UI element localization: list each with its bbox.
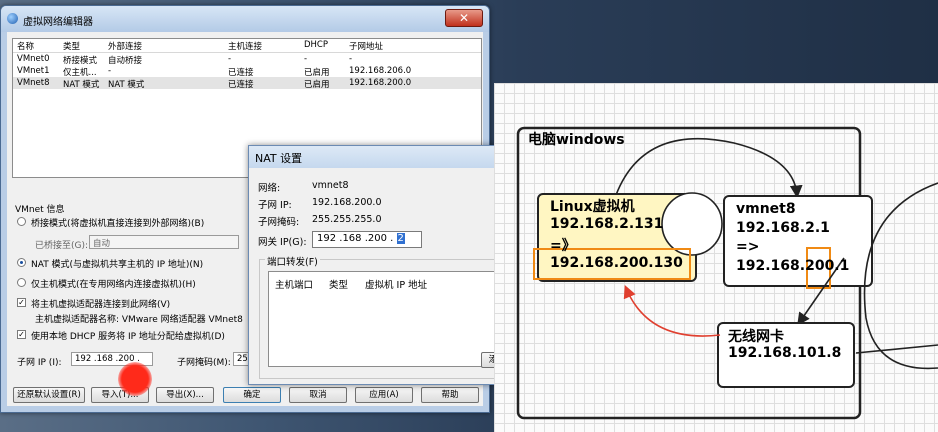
row-name: VMnet1: [17, 66, 50, 76]
row-external: -: [108, 66, 112, 76]
arrow-wifi-to-linux: [623, 285, 721, 337]
connect-adapter-checkbox[interactable]: ✓: [17, 298, 26, 307]
vmnet-line-3: =>: [736, 239, 760, 255]
column-type[interactable]: 类型: [63, 40, 80, 52]
pc-title: 电脑windows: [528, 132, 625, 148]
network-diagram: 电脑windows Linux虚拟机 192.168.2.131 =》 192.…: [494, 83, 938, 432]
bridged-to-select[interactable]: 自动: [89, 235, 239, 249]
mouse-cursor-highlight: [118, 362, 152, 396]
row-subnet: 192.168.200.0: [349, 78, 412, 88]
column-host-port[interactable]: 主机端口: [275, 277, 313, 291]
bridge-mode-label: 桥接模式(将虚拟机直接连接到外部网络)(B): [31, 219, 205, 229]
network-row-vmnet1[interactable]: VMnet1 仅主机... - 已连接 已启用 192.168.206.0: [13, 65, 481, 78]
nat-subnet-mask-value: 255.255.255.0: [312, 214, 382, 225]
bridge-mode-radio[interactable]: [17, 217, 26, 226]
nat-subnet-mask-label: 子网掩码:: [258, 217, 300, 228]
network-value: vmnet8: [312, 180, 349, 191]
column-external[interactable]: 外部连接: [108, 40, 142, 52]
network-row-vmnet0[interactable]: VMnet0 桥接模式 自动桥接 - - -: [13, 53, 481, 66]
gateway-ip-prefix: 192 .168 .200 .: [317, 233, 394, 244]
help-button[interactable]: 帮助: [421, 387, 479, 403]
subnet-ip-label: 子网 IP (I):: [17, 358, 62, 368]
port-forward-label: 端口转发(F): [265, 254, 320, 268]
column-subnet[interactable]: 子网地址: [349, 40, 383, 52]
bridged-to-label: 已桥接至(G):: [35, 241, 89, 251]
row-dhcp: 已启用: [304, 80, 330, 90]
linux-line-2: 192.168.2.131: [550, 216, 664, 232]
vmnet-line-4: 192.168.200.1: [736, 258, 850, 274]
host-only-label: 仅主机模式(在专用网络内连接虚拟机)(H): [31, 280, 196, 290]
close-button[interactable]: ✕: [445, 9, 483, 27]
port-forward-table[interactable]: 主机端口 类型 虚拟机 IP 地址: [268, 271, 500, 367]
network-list-header: 名称 类型 外部连接 主机连接 DHCP 子网地址: [13, 39, 481, 53]
column-vm-ip[interactable]: 虚拟机 IP 地址: [365, 277, 427, 291]
vmnet-line-2: 192.168.2.1: [736, 220, 830, 236]
apply-button[interactable]: 应用(A): [355, 387, 413, 403]
linux-line-3: =》: [550, 238, 576, 254]
wifi-line-1: 无线网卡: [728, 329, 784, 345]
vmnet-info-title: VMnet 信息: [15, 205, 65, 215]
vmware-app-icon: [7, 13, 18, 24]
row-name: VMnet0: [17, 54, 50, 64]
row-host: -: [228, 54, 232, 64]
wifi-line-2: 192.168.101.8: [728, 345, 842, 361]
gateway-ip-label: 网关 IP(G):: [258, 237, 307, 248]
arrow-linux-to-vmnet8: [615, 137, 803, 199]
restore-defaults-button[interactable]: 还原默认设置(R): [13, 387, 85, 403]
subnet-mask-label: 子网掩码(M):: [177, 358, 231, 368]
nat-subnet-ip-value: 192.168.200.0: [312, 197, 382, 208]
ok-button[interactable]: 确定: [223, 387, 281, 403]
loop-circle: [661, 192, 723, 256]
gateway-ip-input[interactable]: 192 .168 .200 . 2: [312, 231, 422, 248]
linux-line-1: Linux虚拟机: [550, 199, 635, 215]
network-label: 网络:: [258, 183, 281, 194]
column-host[interactable]: 主机连接: [228, 40, 262, 52]
dhcp-label: 使用本地 DHCP 服务将 IP 地址分配给虚拟机(D): [31, 332, 225, 342]
row-subnet: 192.168.206.0: [349, 66, 412, 76]
row-external: NAT 模式: [108, 80, 145, 90]
row-type: NAT 模式: [63, 80, 100, 90]
column-dhcp[interactable]: DHCP: [304, 40, 328, 50]
row-name: VMnet8: [17, 78, 50, 88]
nat-mode-radio[interactable]: [17, 258, 26, 267]
adapter-name-text: 主机虚拟适配器名称: VMware 网络适配器 VMnet8: [35, 315, 243, 325]
window-titlebar: 虚拟网络编辑器 ✕: [1, 6, 489, 32]
nat-mode-label: NAT 模式(与虚拟机共享主机的 IP 地址)(N): [31, 260, 204, 270]
column-name[interactable]: 名称: [17, 40, 34, 52]
row-subnet: -: [349, 54, 353, 64]
connect-adapter-label: 将主机虚拟适配器连接到此网络(V): [31, 300, 171, 310]
network-row-vmnet8[interactable]: VMnet8 NAT 模式 NAT 模式 已连接 已启用 192.168.200…: [13, 77, 481, 90]
nat-dialog-title: NAT 设置: [249, 146, 497, 168]
subnet-mask-input[interactable]: 25: [233, 352, 249, 366]
right-loop-arc: [863, 182, 938, 370]
dhcp-checkbox[interactable]: ✓: [17, 330, 26, 339]
nat-subnet-ip-label: 子网 IP:: [258, 200, 292, 211]
export-button[interactable]: 导出(X)...: [156, 387, 214, 403]
gateway-ip-last-octet: 2: [396, 233, 405, 244]
host-only-radio[interactable]: [17, 278, 26, 287]
linux-line-4: 192.168.200.130: [550, 255, 683, 271]
row-dhcp: -: [304, 54, 308, 64]
vmnet-line-1: vmnet8: [736, 201, 796, 217]
column-type[interactable]: 类型: [329, 277, 348, 291]
cancel-button[interactable]: 取消: [289, 387, 347, 403]
row-host: 已连接: [228, 80, 254, 90]
nat-settings-dialog: NAT 设置 网络: vmnet8 子网 IP: 192.168.200.0 子…: [248, 145, 505, 385]
wifi-out-line: [855, 344, 938, 354]
window-title: 虚拟网络编辑器: [23, 17, 93, 28]
